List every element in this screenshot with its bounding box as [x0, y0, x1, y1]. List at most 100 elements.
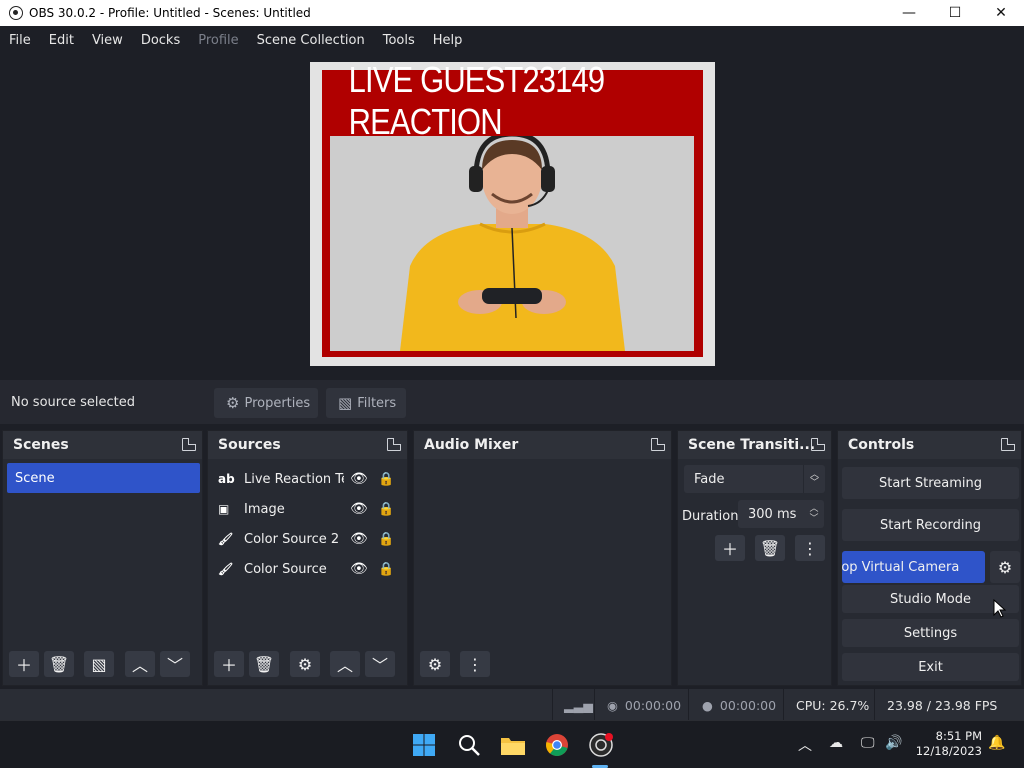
menu-docks[interactable]: Docks [132, 33, 189, 48]
remove-transition-button[interactable]: 🗑 [755, 535, 785, 561]
volume-icon[interactable]: 🔊 [885, 735, 902, 751]
record-dot-icon: ● [702, 697, 713, 713]
spin-arrows-icon[interactable]: ︿ ﹀ [806, 502, 822, 526]
source-row[interactable]: 🖌 Color Source 👁 🔒 [218, 555, 403, 583]
transition-menu-button[interactable]: ⋮ [795, 535, 825, 561]
chevron-down-icon: ﹀ [166, 656, 183, 675]
taskbar-clock[interactable]: 8:51 PM 12/18/2023 [916, 729, 982, 759]
close-button[interactable]: ✕ [978, 0, 1024, 26]
plus-icon: ＋ [220, 656, 237, 675]
lock-icon[interactable]: 🔒 [378, 532, 394, 547]
menu-help[interactable]: Help [424, 33, 472, 48]
status-separator [552, 689, 553, 721]
advanced-audio-button[interactable]: ⚙ [420, 651, 450, 677]
file-explorer-icon[interactable] [499, 731, 527, 759]
source-row[interactable]: 🖌 Color Source 2 👁 🔒 [218, 525, 403, 553]
menu-file[interactable]: File [0, 33, 40, 48]
source-label: Color Source [244, 561, 327, 577]
obs-logo-icon [9, 6, 23, 20]
minimize-button[interactable]: — [886, 0, 932, 26]
notification-bell-icon[interactable]: 🔔 [988, 735, 1005, 751]
add-transition-button[interactable]: ＋ [715, 535, 745, 561]
sources-dock: Sources ab Live Reaction Text 👁 🔒 ▣ Imag… [207, 430, 408, 686]
chrome-icon[interactable] [543, 731, 571, 759]
audio-menu-button[interactable]: ⋮ [460, 651, 490, 677]
source-properties-button[interactable]: ⚙ [290, 651, 320, 677]
menu-edit[interactable]: Edit [40, 33, 83, 48]
lock-icon[interactable]: 🔒 [378, 472, 394, 487]
undock-icon[interactable] [387, 438, 401, 451]
magnifier-glyph [459, 735, 480, 756]
visibility-eye-icon[interactable]: 👁 [350, 501, 368, 517]
filters-button[interactable]: ▧ Filters [326, 388, 406, 418]
chrome-glyph [546, 734, 568, 756]
network-icon[interactable]: 🖵 [861, 735, 875, 751]
move-scene-down-button[interactable]: ﹀ [160, 651, 190, 677]
transitions-title: Scene Transiti... [688, 437, 816, 453]
text-icon: ab [218, 472, 235, 486]
scene-filters-button[interactable]: ▧ [84, 651, 114, 677]
obs-taskbar-icon[interactable] [587, 731, 615, 759]
duration-spinbox[interactable]: 300 ms ︿ ﹀ [738, 500, 824, 528]
filter-icon: ▧ [91, 654, 107, 674]
start-streaming-button[interactable]: Start Streaming [842, 467, 1019, 499]
visibility-eye-icon[interactable]: 👁 [350, 471, 368, 487]
menu-scene-collection[interactable]: Scene Collection [248, 33, 374, 48]
signal-bars-icon: ▂▃▅ [564, 697, 593, 713]
source-row[interactable]: ▣ Image 👁 🔒 [218, 495, 403, 523]
search-icon[interactable] [455, 731, 483, 759]
menu-view[interactable]: View [83, 33, 132, 48]
windows-start-icon[interactable] [410, 731, 438, 759]
stop-virtual-camera-button[interactable]: Stop Virtual Camera [842, 551, 985, 583]
cloud-offline-icon[interactable]: ☁ [829, 735, 843, 751]
move-source-up-button[interactable]: ︿ [330, 651, 360, 677]
trash-icon: 🗑 [48, 654, 70, 674]
preview-canvas[interactable]: LIVE GUEST23149 REACTION [310, 59, 715, 366]
visibility-eye-icon[interactable]: 👁 [350, 561, 368, 577]
start-recording-button[interactable]: Start Recording [842, 509, 1019, 541]
virtual-camera-settings-button[interactable]: ⚙ [990, 551, 1020, 583]
windows-logo [413, 734, 435, 756]
remove-scene-button[interactable]: 🗑 [44, 651, 74, 677]
transition-select[interactable]: Fade ︿ ﹀ [684, 465, 825, 493]
brush-icon: 🖌 [218, 532, 234, 546]
undock-icon[interactable] [811, 438, 825, 451]
remove-source-button[interactable]: 🗑 [249, 651, 279, 677]
duration-value: 300 ms [748, 506, 797, 522]
properties-button[interactable]: ⚙ Properties [214, 388, 318, 418]
visibility-eye-icon[interactable]: 👁 [350, 531, 368, 547]
move-scene-up-button[interactable]: ︿ [125, 651, 155, 677]
color-source-frame: LIVE GUEST23149 REACTION [322, 59, 703, 357]
image-icon: ▣ [218, 502, 230, 516]
add-scene-button[interactable]: ＋ [9, 651, 39, 677]
menu-tools[interactable]: Tools [374, 33, 424, 48]
clock-time: 8:51 PM [935, 729, 982, 743]
settings-button[interactable]: Settings [842, 619, 1019, 647]
menu-profile[interactable]: Profile [189, 33, 247, 48]
scenes-dock: Scenes Scene ＋ 🗑 ▧ ︿ ﹀ [2, 430, 203, 686]
lock-icon[interactable]: 🔒 [378, 502, 394, 517]
status-bar: ▂▃▅ ◉ 00:00:00 ● 00:00:00 CPU: 26.7% 23.… [0, 688, 1024, 721]
clock-date: 12/18/2023 [915, 744, 982, 758]
move-source-down-button[interactable]: ﹀ [365, 651, 395, 677]
lock-icon[interactable]: 🔒 [378, 562, 394, 577]
title-bar: OBS 30.0.2 - Profile: Untitled - Scenes:… [0, 0, 1024, 26]
sources-dock-header: Sources [208, 431, 407, 459]
scene-transitions-dock: Scene Transiti... Fade ︿ ﹀ Duration 300 m… [677, 430, 832, 686]
maximize-button[interactable]: ☐ [932, 0, 978, 26]
undock-icon[interactable] [651, 438, 665, 451]
scenes-title: Scenes [13, 437, 69, 453]
undock-icon[interactable] [1001, 438, 1015, 451]
scene-item[interactable]: Scene [7, 463, 200, 493]
kebab-menu-icon: ⋮ [802, 538, 818, 558]
exit-button[interactable]: Exit [842, 653, 1019, 681]
undock-icon[interactable] [182, 438, 196, 451]
status-separator [688, 689, 689, 721]
plus-icon: ＋ [721, 540, 738, 559]
add-source-button[interactable]: ＋ [214, 651, 244, 677]
sources-title: Sources [218, 437, 281, 453]
source-label: Image [244, 501, 285, 517]
mouse-cursor-icon [993, 599, 1007, 618]
chevron-up-icon[interactable]: ︿ [798, 735, 812, 755]
source-row[interactable]: ab Live Reaction Text 👁 🔒 [218, 465, 403, 493]
